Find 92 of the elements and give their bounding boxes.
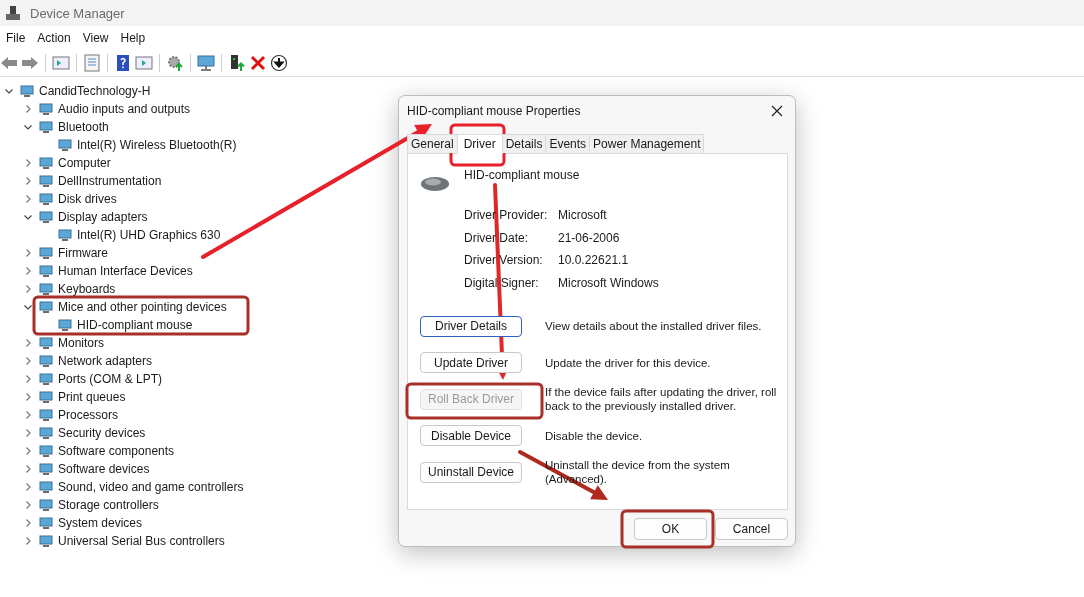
device-icon	[39, 102, 53, 116]
device-icon	[39, 498, 53, 512]
device-icon	[58, 318, 72, 332]
device-icon	[39, 480, 53, 494]
device-icon	[39, 120, 53, 134]
device-icon	[39, 516, 53, 530]
window-title: Device Manager	[30, 5, 125, 21]
action-description: View details about the installed driver files.	[545, 319, 763, 334]
tree-item[interactable]: Software devices	[58, 462, 150, 476]
tree-item[interactable]: System devices	[58, 516, 143, 530]
info-value: Microsoft Windows	[558, 275, 660, 290]
tree-item[interactable]: Human Interface Devices	[58, 264, 193, 278]
device-icon	[39, 264, 53, 278]
tree-item[interactable]: Network adapters	[58, 354, 153, 368]
tree-item[interactable]: Keyboards	[58, 282, 116, 296]
device-icon	[39, 174, 53, 188]
tree-item[interactable]: Sound, video and game controllers	[58, 480, 244, 494]
device-name: HID-compliant mouse	[464, 168, 580, 182]
device-icon	[39, 192, 53, 206]
device-icon	[39, 156, 53, 170]
driver-action-button[interactable]: Update Driver	[420, 352, 522, 374]
device-icon	[39, 300, 53, 314]
tree-item[interactable]: Intel(R) Wireless Bluetooth(R)	[77, 138, 237, 152]
info-value: 10.0.22621.1	[558, 253, 630, 268]
tree-item[interactable]: Bluetooth	[58, 120, 109, 134]
device-icon	[58, 138, 72, 152]
device-icon	[39, 282, 53, 296]
tree-item[interactable]: Processors	[58, 408, 119, 422]
tree-item[interactable]: DellInstrumentation	[58, 174, 162, 188]
mouse-icon	[420, 174, 450, 194]
tree-item[interactable]: Display adapters	[58, 210, 148, 224]
device-icon	[39, 354, 53, 368]
close-icon[interactable]	[771, 104, 783, 117]
device-icon	[39, 390, 53, 404]
monitor-icon[interactable]	[197, 54, 215, 72]
tree-item[interactable]: Intel(R) UHD Graphics 630	[77, 228, 221, 242]
action-description: If the device fails after updating the driver, roll back to the previously installed driver.	[545, 385, 778, 414]
tree-item[interactable]: Software components	[58, 444, 175, 458]
tab[interactable]: Events	[545, 134, 591, 153]
device-icon	[39, 372, 53, 386]
device-icon	[39, 408, 53, 422]
tree-item[interactable]: Firmware	[58, 246, 108, 260]
device-update-icon[interactable]	[228, 54, 246, 72]
tree-item[interactable]: Storage controllers	[58, 498, 159, 512]
menu-item[interactable]: Help	[116, 31, 154, 45]
tab[interactable]: Power Management	[589, 134, 705, 153]
tab[interactable]: General	[407, 134, 458, 153]
tree-item[interactable]: Monitors	[58, 336, 104, 350]
tree-item[interactable]: Print queues	[58, 390, 126, 404]
help-icon[interactable]	[114, 54, 132, 72]
dialog-button[interactable]: Cancel	[715, 518, 788, 540]
info-value: Microsoft	[558, 208, 608, 223]
tab[interactable]: Driver	[456, 134, 503, 154]
download-icon[interactable]	[270, 54, 288, 72]
forward-arrow-icon[interactable]	[21, 54, 39, 72]
device-icon	[20, 84, 34, 98]
device-icon	[39, 462, 53, 476]
dialog-button[interactable]: OK	[634, 518, 707, 540]
panel-icon[interactable]	[52, 54, 70, 72]
action-description: Disable the device.	[545, 428, 644, 443]
tree-item[interactable]: Security devices	[58, 426, 146, 440]
driver-action-button[interactable]: Uninstall Device	[420, 461, 522, 483]
panel-icon[interactable]	[135, 54, 153, 72]
device-icon	[39, 210, 53, 224]
driver-action-button[interactable]: Disable Device	[420, 425, 522, 447]
gear-update-icon[interactable]	[166, 54, 184, 72]
tree-item[interactable]: Computer	[58, 156, 111, 170]
device-icon	[39, 426, 53, 440]
tree-item[interactable]: Mice and other pointing devices	[58, 300, 227, 314]
menu-item[interactable]: Action	[33, 31, 79, 45]
tree-item[interactable]: Ports (COM & LPT)	[58, 372, 162, 386]
device-icon	[39, 534, 53, 548]
menu-item[interactable]: File	[2, 31, 34, 45]
info-label: Digital Signer:	[464, 275, 540, 290]
tree-item[interactable]: Audio inputs and outputs	[58, 102, 191, 116]
tree-item[interactable]: Disk drives	[58, 192, 117, 206]
tree-item[interactable]: Universal Serial Bus controllers	[58, 534, 225, 548]
device-icon	[58, 228, 72, 242]
device-icon	[39, 246, 53, 260]
back-arrow-icon[interactable]	[0, 54, 18, 72]
tree-item[interactable]: HID-compliant mouse	[77, 318, 193, 332]
info-value: 21-06-2006	[558, 230, 621, 245]
device-icon	[39, 336, 53, 350]
device-icon	[39, 444, 53, 458]
driver-action-button[interactable]: Driver Details	[420, 315, 522, 337]
action-description: Update the driver for this device.	[545, 355, 712, 370]
delete-icon[interactable]	[249, 54, 267, 72]
menu-item[interactable]: View	[78, 31, 117, 45]
tree-item[interactable]: CandidTechnology-H	[39, 84, 151, 98]
tab[interactable]: Details	[501, 134, 547, 153]
dialog-title: HID-compliant mouse Properties	[407, 103, 581, 118]
computer-tree-icon	[4, 4, 22, 22]
